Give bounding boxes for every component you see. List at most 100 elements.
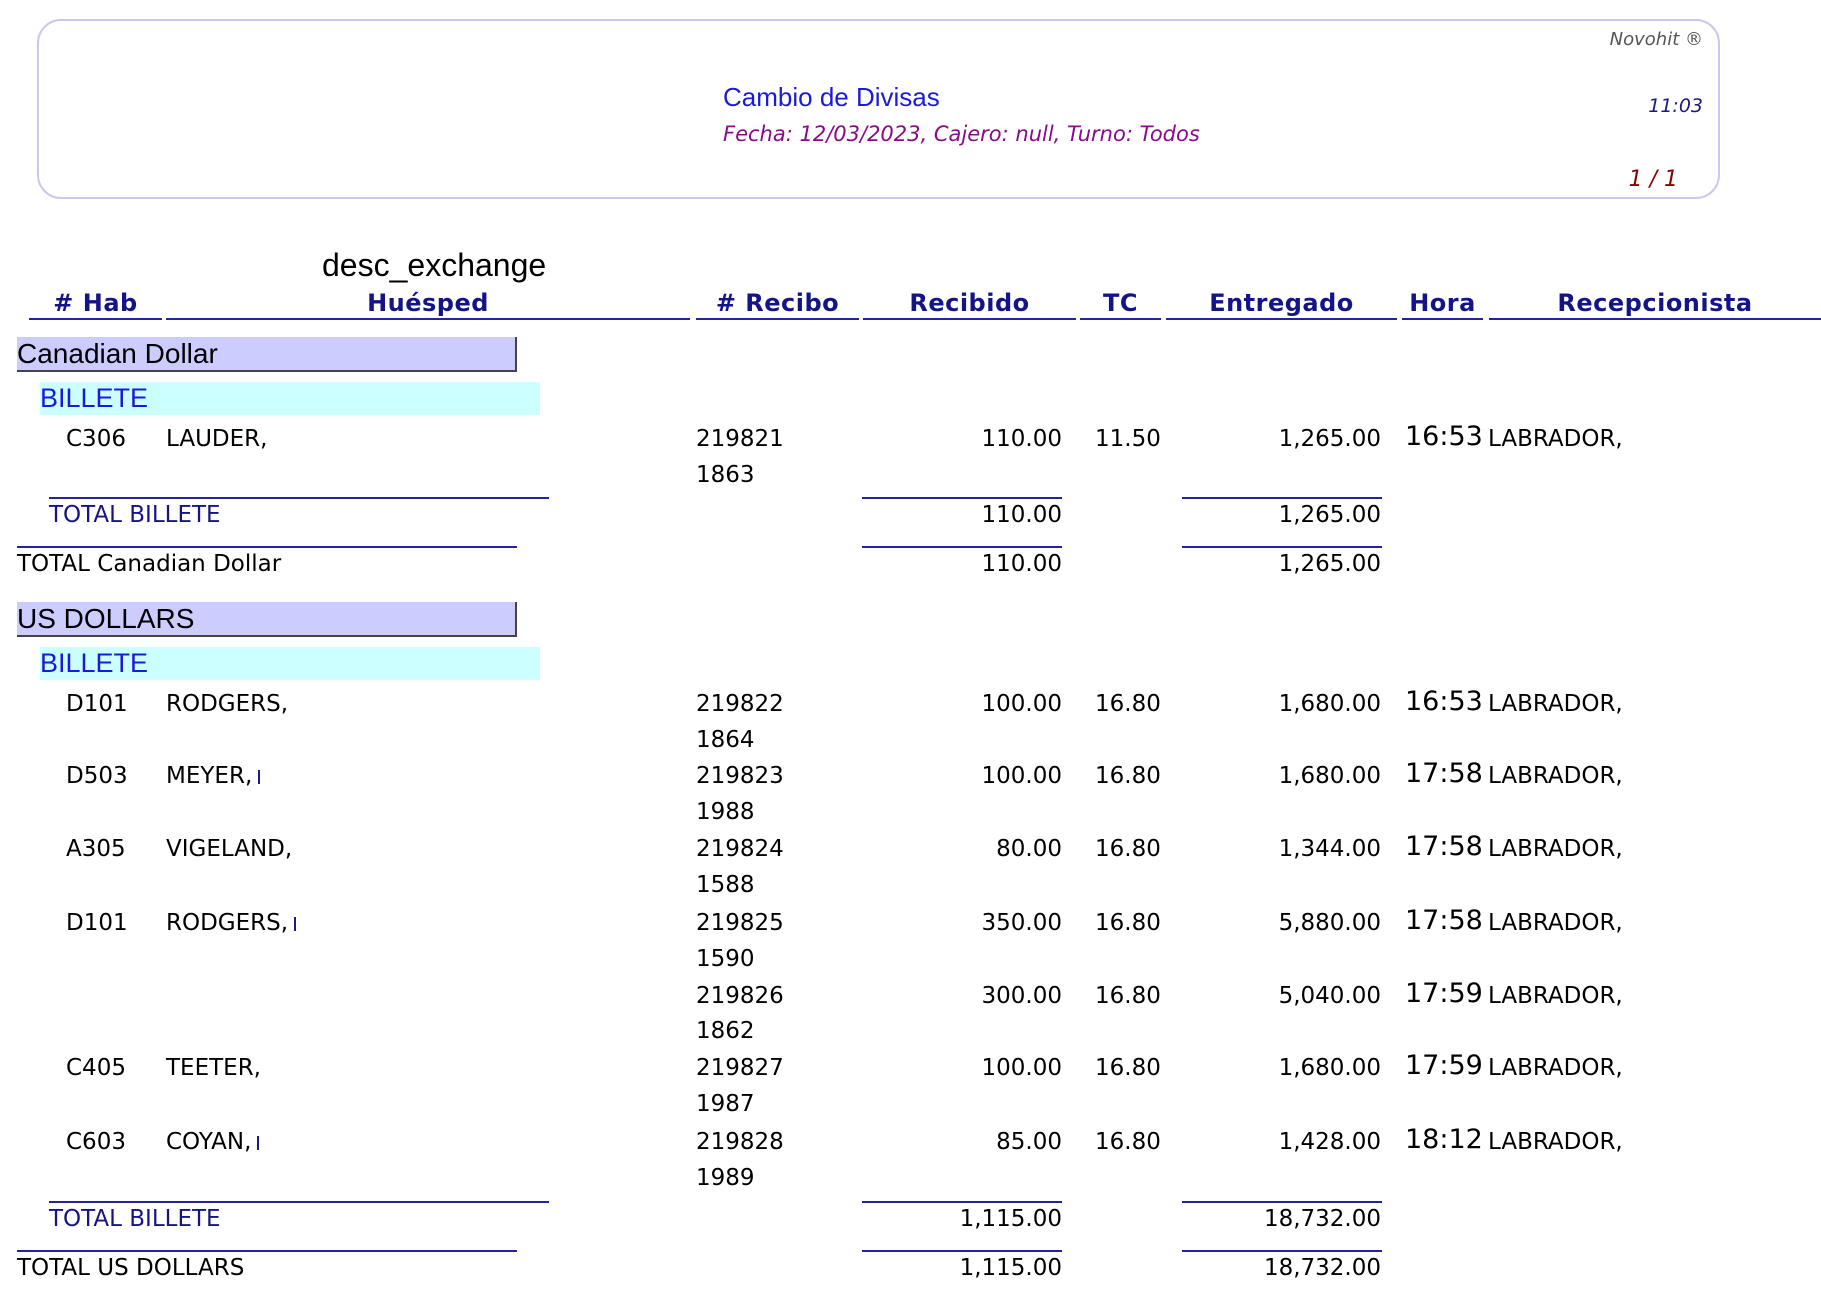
- truncation-mark: [294, 916, 297, 931]
- cell-huesped: RODGERS,: [166, 691, 289, 717]
- cell-huesped: VIGELAND,: [166, 836, 293, 862]
- cell-recibido: 110.00: [981, 426, 1062, 452]
- cell-hab: C405: [66, 1055, 126, 1081]
- cell-tc: 16.80: [1095, 763, 1161, 789]
- col-header-recepcionista: Recepcionista: [1489, 286, 1821, 320]
- subtotal-entregado: 1,265.00: [1278, 502, 1381, 528]
- cell-recibo: 219828: [696, 1129, 784, 1155]
- cell-hora: 17:59: [1405, 978, 1483, 1009]
- cell-recepcionista: LABRADOR,: [1488, 426, 1623, 452]
- col-header-recibo: # Recibo: [696, 286, 859, 320]
- cell-recibido: 100.00: [981, 691, 1062, 717]
- cell-tc: 16.80: [1095, 1129, 1161, 1155]
- cell-hora: 17:59: [1405, 1050, 1483, 1081]
- cell-tc: 16.80: [1095, 691, 1161, 717]
- group-header: US DOLLARS: [17, 602, 517, 637]
- total-rule: [862, 1250, 1062, 1252]
- report-subtitle: Fecha: 12/03/2023, Cajero: null, Turno: …: [723, 122, 1200, 146]
- brand-label: Novohit ®: [1609, 29, 1703, 50]
- cell-recibo: 219825: [696, 910, 784, 936]
- subtotal-rule: [49, 497, 549, 499]
- cell-recibido: 100.00: [981, 1055, 1062, 1081]
- total-rule: [862, 546, 1062, 548]
- cell-hab: C306: [66, 426, 126, 452]
- cell-recibo-secondary: 1590: [696, 946, 755, 972]
- cell-recepcionista: LABRADOR,: [1488, 763, 1623, 789]
- cell-recibo: 219822: [696, 691, 784, 717]
- cell-recibo-secondary: 1987: [696, 1091, 755, 1117]
- desc-exchange-label: desc_exchange: [322, 247, 547, 283]
- subgroup-header: BILLETE: [40, 382, 540, 415]
- cell-hora: 18:12: [1405, 1124, 1483, 1155]
- truncation-mark: [257, 1135, 260, 1150]
- subgroup-header: BILLETE: [40, 647, 540, 680]
- cell-entregado: 5,880.00: [1278, 910, 1381, 936]
- total-rule: [1182, 546, 1382, 548]
- col-header-huesped: Huésped: [166, 286, 690, 320]
- subtotal-recibido: 110.00: [981, 502, 1062, 528]
- cell-huesped: RODGERS,: [166, 908, 297, 938]
- subtotal-rule: [1182, 1201, 1382, 1203]
- print-time: 11:03: [1648, 95, 1703, 117]
- subtotal-recibido: 1,115.00: [959, 1206, 1062, 1232]
- cell-recibo-secondary: 1988: [696, 799, 755, 825]
- cell-entregado: 1,680.00: [1278, 691, 1381, 717]
- report-title: Cambio de Divisas: [723, 82, 940, 112]
- group-header: Canadian Dollar: [17, 337, 517, 372]
- cell-hora: 16:53: [1405, 686, 1483, 717]
- cell-entregado: 1,344.00: [1278, 836, 1381, 862]
- cell-huesped: LAUDER,: [166, 426, 268, 452]
- cell-hab: C603: [66, 1129, 126, 1155]
- cell-huesped: MEYER,: [166, 761, 261, 791]
- cell-recepcionista: LABRADOR,: [1488, 836, 1623, 862]
- cell-recibo: 219821: [696, 426, 784, 452]
- group-total-label: TOTAL Canadian Dollar: [17, 551, 282, 577]
- subtotal-label: TOTAL BILLETE: [49, 502, 221, 528]
- cell-recepcionista: LABRADOR,: [1488, 1055, 1623, 1081]
- group-total-entregado: 1,265.00: [1278, 551, 1381, 577]
- cell-recibo-secondary: 1864: [696, 727, 755, 753]
- cell-recepcionista: LABRADOR,: [1488, 910, 1623, 936]
- total-rule: [17, 1250, 517, 1252]
- col-header-hora: Hora: [1402, 286, 1483, 320]
- cell-tc: 16.80: [1095, 983, 1161, 1009]
- cell-entregado: 5,040.00: [1278, 983, 1381, 1009]
- cell-hora: 17:58: [1405, 758, 1483, 789]
- cell-recibo: 219827: [696, 1055, 784, 1081]
- cell-huesped: COYAN,: [166, 1127, 260, 1157]
- subtotal-rule: [862, 497, 1062, 499]
- cell-recibo-secondary: 1863: [696, 462, 755, 488]
- cell-hab: D101: [66, 691, 128, 717]
- subtotal-rule: [49, 1201, 549, 1203]
- cell-tc: 16.80: [1095, 910, 1161, 936]
- col-header-tc: TC: [1080, 286, 1161, 320]
- cell-hora: 17:58: [1405, 831, 1483, 862]
- cell-recibido: 300.00: [981, 983, 1062, 1009]
- subtotal-label: TOTAL BILLETE: [49, 1206, 221, 1232]
- cell-entregado: 1,680.00: [1278, 763, 1381, 789]
- cell-hab: A305: [66, 836, 126, 862]
- cell-hora: 17:58: [1405, 905, 1483, 936]
- page-number: 1 / 1: [1628, 167, 1678, 192]
- subtotal-rule: [862, 1201, 1062, 1203]
- total-rule: [17, 546, 517, 548]
- cell-recepcionista: LABRADOR,: [1488, 983, 1623, 1009]
- cell-recibido: 85.00: [996, 1129, 1062, 1155]
- group-total-label: TOTAL US DOLLARS: [17, 1255, 245, 1281]
- cell-tc: 16.80: [1095, 1055, 1161, 1081]
- subtotal-rule: [1182, 497, 1382, 499]
- cell-recibido: 100.00: [981, 763, 1062, 789]
- cell-recibo: 219823: [696, 763, 784, 789]
- cell-entregado: 1,428.00: [1278, 1129, 1381, 1155]
- col-header-hab: # Hab: [29, 286, 162, 320]
- truncation-mark: [258, 769, 261, 784]
- cell-recibido: 80.00: [996, 836, 1062, 862]
- cell-recibo-secondary: 1989: [696, 1165, 755, 1191]
- cell-recibo: 219824: [696, 836, 784, 862]
- total-rule: [1182, 1250, 1382, 1252]
- cell-tc: 11.50: [1095, 426, 1161, 452]
- group-total-recibido: 110.00: [981, 551, 1062, 577]
- cell-recepcionista: LABRADOR,: [1488, 691, 1623, 717]
- cell-recibo: 219826: [696, 983, 784, 1009]
- cell-recepcionista: LABRADOR,: [1488, 1129, 1623, 1155]
